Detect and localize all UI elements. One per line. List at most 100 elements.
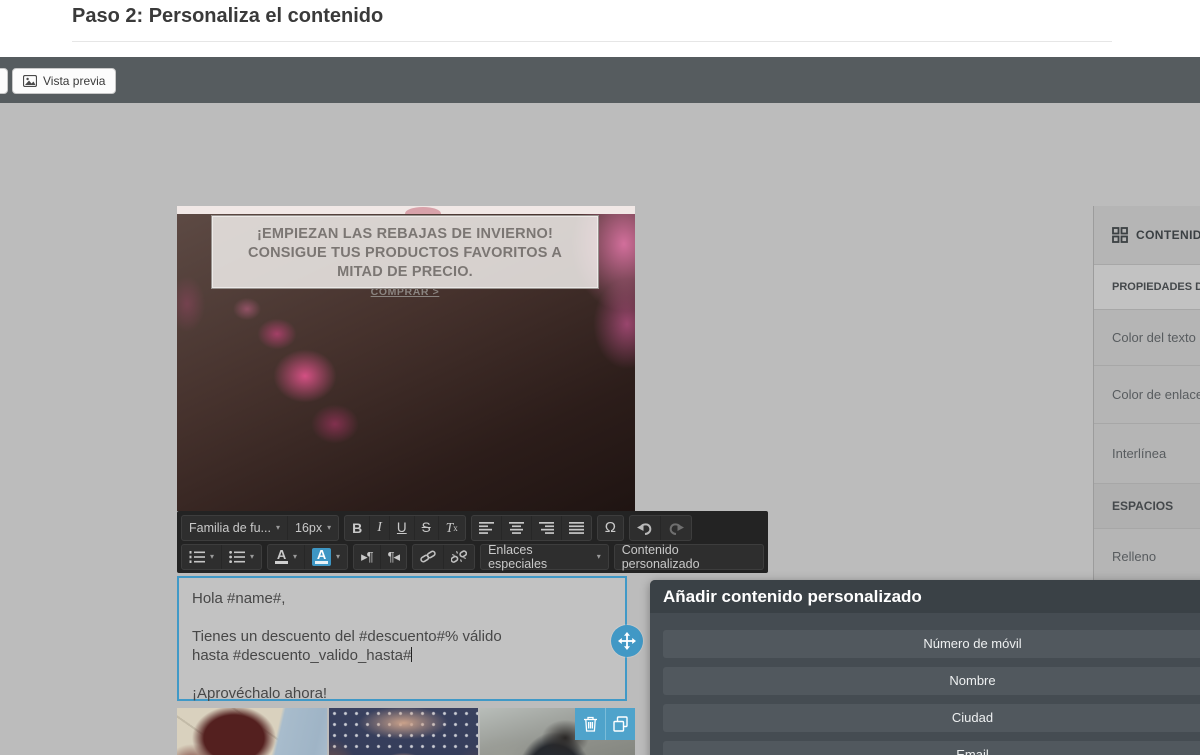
align-justify-button[interactable] [561,516,591,540]
editor-closing: ¡Aprovéchalo ahora! [192,684,612,703]
top-toolbar: Vista previa [0,57,1200,103]
delete-block-button[interactable] [575,708,605,740]
app-window: Paso 2: Personaliza el contenido Vista p… [0,0,1200,755]
text-editor-block[interactable]: Hola #name#, Tienes un descuento del #de… [177,576,627,701]
page-header: Paso 2: Personaliza el contenido [0,0,1200,57]
sidebar-item-relleno[interactable]: Relleno [1094,529,1200,584]
preview-button[interactable]: Vista previa [12,68,116,94]
paragraph-ltr-button[interactable]: ▸¶ [354,545,380,569]
redo-button[interactable] [660,516,691,540]
sidebar-item-label: Color del texto [1112,330,1196,345]
chevron-down-icon: ▾ [336,552,340,561]
align-center-button[interactable] [501,516,531,540]
trash-icon [583,716,598,732]
unlink-icon[interactable] [443,545,474,569]
special-character-button[interactable]: Ω [598,516,623,540]
custom-content-button[interactable]: Contenido personalizado [615,545,763,569]
chevron-down-icon: ▾ [276,523,280,532]
underline-button[interactable]: U [389,516,414,540]
font-family-value: Familia de fu... [189,521,271,535]
modal-title: Añadir contenido personalizado [650,580,1200,613]
special-links-label: Enlaces especiales [488,543,592,571]
sidebar-section-espacios[interactable]: ESPACIOS [1094,484,1200,529]
background-color-dropdown[interactable]: A ▾ [304,545,347,569]
richtext-toolbar: Familia de fu... ▾ 16px ▾ B I U S Tx [177,511,768,573]
bullet-list-dropdown[interactable]: ▾ [221,545,261,569]
clear-format-button[interactable]: Tx [438,516,465,540]
font-group: Familia de fu... ▾ 16px ▾ [181,515,339,541]
custom-content-group: Contenido personalizado [614,544,764,570]
grid-icon [1112,227,1128,243]
chevron-down-icon: ▾ [597,552,601,561]
chevron-down-icon: ▾ [293,552,297,561]
special-links-group: Enlaces especiales ▾ [480,544,609,570]
sidebar-item-color-texto[interactable]: Color del texto [1094,310,1200,366]
offer-line-1: Tienes un descuento del #descuento#% vál… [192,628,502,645]
ordered-list-dropdown[interactable]: ▾ [182,545,221,569]
partial-button[interactable] [0,68,8,94]
sidebar-tab-contenido[interactable]: CONTENIDO [1094,206,1200,265]
sidebar-item-interlinea[interactable]: Interlínea [1094,424,1200,484]
field-ciudad[interactable]: Ciudad [663,704,1200,732]
photo-dress-flowers[interactable] [329,708,478,755]
italic-button[interactable]: I [369,516,389,540]
sidebar-section-propiedades[interactable]: PROPIEDADES DE C [1094,265,1200,310]
bold-button[interactable]: B [345,516,369,540]
editor-greeting: Hola #name#, [192,589,612,608]
font-size-dropdown[interactable]: 16px ▾ [287,516,338,540]
promo-headline: ¡EMPIEZAN LAS REBAJAS DE INVIERNO! CONSI… [212,225,598,282]
chevron-down-icon: ▾ [327,523,331,532]
link-group [412,544,475,570]
align-group [471,515,592,541]
font-family-dropdown[interactable]: Familia de fu... ▾ [182,516,287,540]
format-group: B I U S Tx [344,515,466,541]
background-color-icon: A [312,548,331,566]
text-cursor [411,647,412,662]
image-gallery-block[interactable] [177,708,635,755]
special-links-dropdown[interactable]: Enlaces especiales ▾ [481,545,608,569]
offer-line-2: hasta #descuento_valido_hasta# [192,647,411,664]
custom-content-label: Contenido personalizado [622,543,756,571]
editor-offer: Tienes un descuento del #descuento#% vál… [192,627,612,665]
duplicate-block-button[interactable] [605,708,635,740]
chevron-down-icon: ▾ [210,552,214,561]
chevron-down-icon: ▾ [250,552,254,561]
align-right-button[interactable] [531,516,561,540]
text-color-dropdown[interactable]: A ▾ [268,545,304,569]
sidebar-item-label: Color de enlace [1112,387,1200,402]
comprar-link[interactable]: COMPRAR > [371,286,440,298]
align-left-button[interactable] [472,516,501,540]
sidebar-section-label: ESPACIOS [1112,499,1173,513]
paragraph-group: ▸¶ ¶◂ [353,544,407,570]
undo-button[interactable] [630,516,660,540]
image-preview-icon [23,75,37,87]
toolbar-row-2: ▾ ▾ A ▾ A ▾ [181,543,764,570]
strikethrough-button[interactable]: S [414,516,438,540]
paragraph-rtl-button[interactable]: ¶◂ [380,545,407,569]
field-numero-de-movil[interactable]: Número de móvil [663,630,1200,658]
font-size-value: 16px [295,521,322,535]
symbol-group: Ω [597,515,624,541]
custom-content-modal: Añadir contenido personalizado Número de… [650,580,1200,755]
sidebar-section-label: PROPIEDADES DE C [1112,281,1200,293]
clear-format-t: T [446,520,454,536]
clear-format-x: x [453,523,458,533]
sidebar-tab-label: CONTENIDO [1136,228,1200,242]
editor-canvas: CONTENIDO PROPIEDADES DE C Color del tex… [0,103,1200,755]
block-move-handle[interactable] [611,625,643,657]
photo-shoes[interactable] [177,708,327,755]
hero-image-block[interactable]: ¡EMPIEZAN LAS REBAJAS DE INVIERNO! CONSI… [177,206,635,511]
field-email[interactable]: Email [663,741,1200,755]
link-icon[interactable] [413,545,443,569]
text-color-icon: A [275,549,288,564]
color-group: A ▾ A ▾ [267,544,348,570]
history-group [629,515,692,541]
modal-body: Número de móvil Nombre Ciudad Email Desc… [650,613,1200,755]
copy-icon [613,716,628,732]
image-block-actions [575,708,635,740]
sidebar-item-color-enlace[interactable]: Color de enlace [1094,366,1200,424]
title-divider [72,41,1112,42]
promo-banner[interactable]: ¡EMPIEZAN LAS REBAJAS DE INVIERNO! CONSI… [211,215,599,289]
field-nombre[interactable]: Nombre [663,667,1200,695]
move-icon [618,632,636,650]
